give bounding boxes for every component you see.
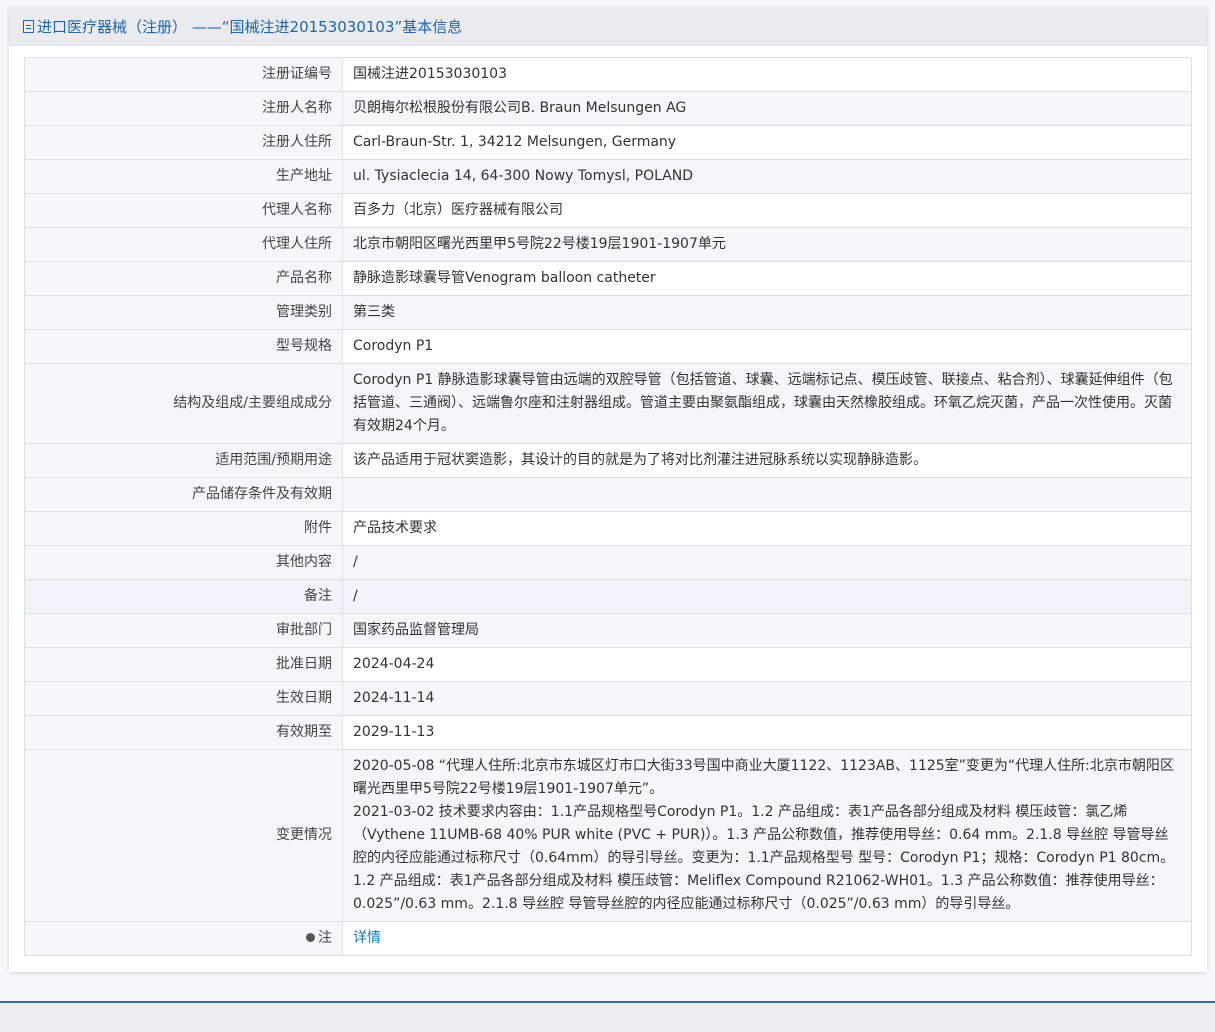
table-row: 附件 产品技术要求 [24,511,1192,546]
change-entry: 2021-03-02 技术要求内容由：1.1产品规格型号Corodyn P1。1… [353,804,1175,912]
table-row-note: 注 详情 [24,921,1192,956]
field-value: 产品技术要求 [342,511,1192,546]
table-row: 代理人名称 百多力（北京）医疗器械有限公司 [24,193,1192,228]
field-label: 管理类别 [24,295,343,330]
field-value: 该产品适用于冠状窦造影，其设计的目的就是为了将对比剂灌注进冠脉系统以实现静脉造影… [342,443,1192,478]
field-value: 2024-04-24 [342,647,1192,682]
table-row: 有效期至 2029-11-13 [24,715,1192,750]
table-row: 结构及组成/主要组成成分 Corodyn P1 静脉造影球囊导管由远端的双腔导管… [24,363,1192,444]
table-row: 生产地址 ul. Tysiaclecia 14, 64-300 Nowy Tom… [24,159,1192,194]
field-label: 代理人名称 [24,193,343,228]
field-label: 备注 [24,579,343,614]
table-row: 型号规格 Corodyn P1 [24,329,1192,364]
info-table: 注册证编号 国械注进20153030103 注册人名称 贝朗梅尔松根股份有限公司… [24,57,1192,956]
field-value: / [342,545,1192,580]
table-row: 注册证编号 国械注进20153030103 [24,57,1192,92]
field-value: 国家药品监督管理局 [342,613,1192,648]
detail-panel: 进口医疗器械（注册） ——“国械注进20153030103”基本信息 注册证编号… [9,7,1207,972]
field-label: 型号规格 [24,329,343,364]
table-row-changes: 变更情况 2020-05-08 “代理人住所:北京市东城区灯市口大街33号国中商… [24,749,1192,922]
field-value: 第三类 [342,295,1192,330]
table-row: 生效日期 2024-11-14 [24,681,1192,716]
document-icon [23,19,34,33]
table-row: 管理类别 第三类 [24,295,1192,330]
field-label: 注册人住所 [24,125,343,160]
field-label: 其他内容 [24,545,343,580]
field-value: 北京市朝阳区曙光西里甲5号院22号楼19层1901-1907单元 [342,227,1192,262]
field-value: 2029-11-13 [342,715,1192,750]
field-value: 详情 [342,921,1192,956]
field-label: 生效日期 [24,681,343,716]
field-value: Carl-Braun-Str. 1, 34212 Melsungen, Germ… [342,125,1192,160]
table-row: 注册人名称 贝朗梅尔松根股份有限公司B. Braun Melsungen AG [24,91,1192,126]
footer [0,1003,1215,1032]
table-row: 注册人住所 Carl-Braun-Str. 1, 34212 Melsungen… [24,125,1192,160]
field-value: / [342,579,1192,614]
note-label: 注 [318,930,332,946]
field-label: 批准日期 [24,647,343,682]
field-value: 国械注进20153030103 [342,57,1192,92]
field-label: 有效期至 [24,715,343,750]
table-row: 代理人住所 北京市朝阳区曙光西里甲5号院22号楼19层1901-1907单元 [24,227,1192,262]
change-entry: 2020-05-08 “代理人住所:北京市东城区灯市口大街33号国中商业大厦11… [353,758,1174,797]
table-row: 产品储存条件及有效期 [24,477,1192,512]
field-label: 注册人名称 [24,91,343,126]
table-row: 产品名称 静脉造影球囊导管Venogram balloon catheter [24,261,1192,296]
note-bullet-icon [306,933,315,942]
field-value: 百多力（北京）医疗器械有限公司 [342,193,1192,228]
field-value [342,477,1192,512]
field-label: 适用范围/预期用途 [24,443,343,478]
field-label: 注 [24,921,343,956]
table-row: 其他内容 / [24,545,1192,580]
field-label: 生产地址 [24,159,343,194]
field-label: 产品储存条件及有效期 [24,477,343,512]
table-row: 备注 / [24,579,1192,614]
field-label: 代理人住所 [24,227,343,262]
page-title: 进口医疗器械（注册） ——“国械注进20153030103”基本信息 [37,17,463,36]
table-row: 审批部门 国家药品监督管理局 [24,613,1192,648]
field-label: 变更情况 [24,749,343,922]
field-value: ul. Tysiaclecia 14, 64-300 Nowy Tomysl, … [342,159,1192,194]
field-label: 附件 [24,511,343,546]
field-label: 注册证编号 [24,57,343,92]
field-label: 结构及组成/主要组成成分 [24,363,343,444]
field-value: Corodyn P1 静脉造影球囊导管由远端的双腔导管（包括管道、球囊、远端标记… [342,363,1192,444]
table-row: 批准日期 2024-04-24 [24,647,1192,682]
change-history: 2020-05-08 “代理人住所:北京市东城区灯市口大街33号国中商业大厦11… [342,749,1192,922]
field-label: 产品名称 [24,261,343,296]
panel-header: 进口医疗器械（注册） ——“国械注进20153030103”基本信息 [9,7,1207,46]
field-value: 静脉造影球囊导管Venogram balloon catheter [342,261,1192,296]
table-row: 适用范围/预期用途 该产品适用于冠状窦造影，其设计的目的就是为了将对比剂灌注进冠… [24,443,1192,478]
field-value: Corodyn P1 [342,329,1192,364]
field-label: 审批部门 [24,613,343,648]
details-link[interactable]: 详情 [353,930,381,946]
field-value: 贝朗梅尔松根股份有限公司B. Braun Melsungen AG [342,91,1192,126]
field-value: 2024-11-14 [342,681,1192,716]
